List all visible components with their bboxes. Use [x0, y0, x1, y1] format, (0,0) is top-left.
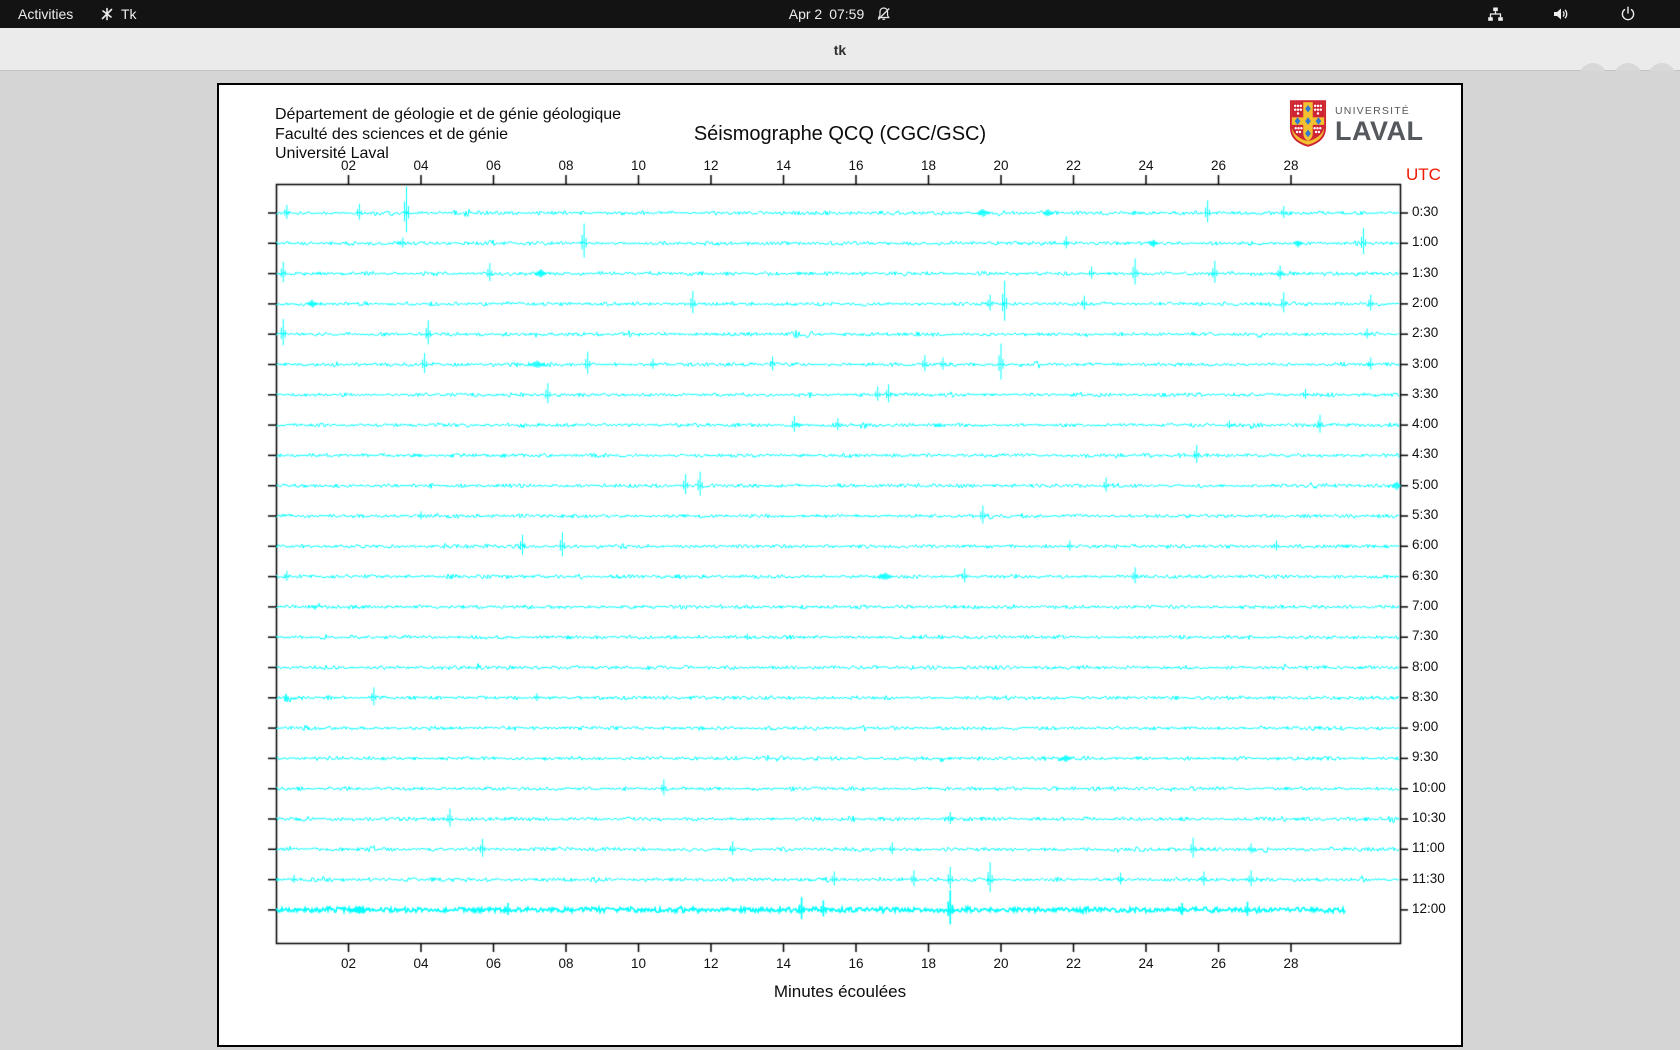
x-tick-label-top: 24 [1138, 158, 1154, 173]
row-time-label: 3:00 [1412, 355, 1439, 371]
network-status-button[interactable] [1487, 0, 1504, 28]
x-tick-label-bottom: 22 [1065, 956, 1082, 971]
seismo-panel: Département de géologie et de génie géol… [217, 83, 1463, 1047]
gnome-top-bar: Activities Tk Apr 2 07:59 [0, 0, 1680, 28]
app-menu-label: Tk [121, 6, 137, 22]
row-time-label: 11:00 [1412, 840, 1445, 856]
x-tick-label-top: 02 [340, 158, 357, 173]
row-time-label: 12:00 [1412, 900, 1446, 916]
x-tick-label-top: 20 [993, 158, 1009, 173]
x-tick-label-top: 22 [1065, 158, 1082, 173]
x-tick-label-top: 06 [485, 158, 502, 173]
x-tick-label-top: 16 [848, 158, 864, 173]
x-tick-label-bottom: 08 [558, 956, 574, 971]
x-tick-label-bottom: 20 [993, 956, 1009, 971]
x-tick-label-bottom: 24 [1138, 956, 1154, 971]
x-tick-label-bottom: 16 [848, 956, 864, 971]
x-tick-label-top: 14 [775, 158, 792, 173]
x-axis-title: Minutes écoulées [773, 982, 907, 1001]
power-icon [1620, 6, 1636, 22]
row-time-label: 4:00 [1412, 416, 1439, 432]
x-tick-label-top: 04 [413, 158, 429, 173]
row-time-label: 3:30 [1412, 385, 1439, 401]
row-time-label: 10:30 [1412, 810, 1446, 825]
speaker-icon [1552, 6, 1570, 22]
row-time-label: 7:00 [1412, 597, 1439, 613]
x-tick-label-top: 28 [1283, 158, 1299, 173]
clock-date: Apr 2 [788, 6, 823, 22]
x-tick-label-bottom: 10 [630, 956, 647, 971]
x-tick-label-bottom: 26 [1210, 956, 1227, 971]
app-menu-button[interactable]: Tk [100, 0, 137, 28]
row-time-label: 2:30 [1412, 325, 1439, 341]
x-tick-label-top: 12 [703, 158, 719, 173]
plot-title: Séismographe QCQ (CGC/GSC) [693, 123, 987, 145]
tk-icon [100, 7, 114, 21]
x-tick-label-top: 10 [630, 158, 647, 173]
window-title-bar[interactable]: tk [0, 28, 1680, 91]
row-time-label: 6:00 [1412, 537, 1439, 553]
volume-button[interactable] [1552, 0, 1570, 28]
clock-time: 07:59 [829, 6, 865, 22]
row-time-label: 5:30 [1412, 507, 1439, 522]
x-tick-label-top: 18 [920, 158, 937, 173]
x-tick-label-bottom: 12 [703, 956, 719, 971]
x-tick-label-bottom: 14 [775, 956, 792, 971]
row-time-label: 8:00 [1412, 658, 1439, 674]
row-time-label: 1:30 [1412, 264, 1439, 280]
row-time-label: 8:30 [1412, 688, 1439, 704]
x-tick-label-bottom: 06 [485, 956, 502, 971]
row-time-label: 4:30 [1412, 446, 1439, 462]
institution-line-1: Département de géologie et de génie géol… [275, 106, 622, 123]
activities-button[interactable]: Activities [18, 0, 73, 28]
screen: Activities Tk Apr 2 07:59 tk Département… [0, 0, 1680, 1050]
seismogram-canvas [219, 85, 1461, 1045]
laval-shield-icon [1289, 99, 1327, 152]
row-time-label: 9:30 [1412, 749, 1439, 765]
row-time-label: 1:00 [1412, 234, 1439, 250]
row-time-label: 7:30 [1412, 628, 1439, 644]
utc-label: UTC [1406, 165, 1441, 184]
x-tick-label-bottom: 04 [413, 956, 429, 971]
row-time-label: 6:30 [1412, 567, 1439, 583]
clock-button[interactable]: Apr 2 07:59 [789, 0, 892, 28]
universite-laval-logo: UNIVERSITÉ LAVAL [1289, 99, 1423, 152]
row-time-label: 10:00 [1412, 779, 1446, 795]
laval-wordmark-bottom: LAVAL [1335, 116, 1424, 147]
laval-wordmark-top: UNIVERSITÉ [1335, 104, 1411, 117]
x-tick-label-top: 26 [1210, 158, 1227, 173]
row-time-label: 0:30 [1412, 204, 1439, 219]
row-time-label: 5:00 [1412, 476, 1439, 492]
network-wired-icon [1487, 6, 1504, 23]
x-tick-label-bottom: 02 [340, 956, 357, 971]
x-tick-label-bottom: 18 [920, 956, 937, 971]
row-time-label: 2:00 [1412, 294, 1439, 310]
row-time-label: 9:00 [1412, 719, 1439, 735]
window-title: tk [833, 41, 847, 58]
laval-wordmark: UNIVERSITÉ LAVAL [1335, 106, 1423, 146]
x-tick-label-bottom: 28 [1283, 956, 1299, 971]
notifications-disabled-icon [875, 6, 891, 22]
activities-label: Activities [18, 6, 74, 22]
x-tick-label-top: 08 [558, 158, 574, 173]
power-button[interactable] [1620, 0, 1636, 28]
row-time-label: 11:30 [1412, 870, 1445, 886]
window-content: Département de géologie et de génie géol… [0, 71, 1680, 1050]
